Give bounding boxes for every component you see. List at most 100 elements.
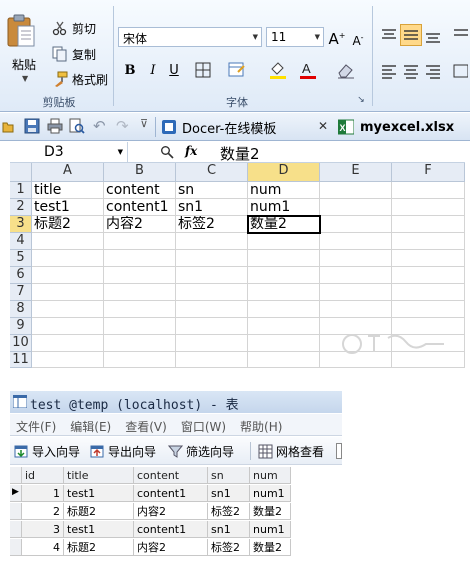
sheet-cell[interactable] (32, 267, 104, 284)
align-top-button[interactable] (380, 26, 400, 46)
wrap-text-button[interactable] (452, 26, 470, 46)
table-cell[interactable]: num1 (250, 485, 291, 502)
sheet-cell[interactable] (176, 335, 248, 352)
sheet-cell[interactable] (392, 216, 465, 233)
sheet-cell[interactable] (104, 352, 176, 368)
table-cell[interactable]: 标题2 (64, 503, 134, 520)
paste-dropdown-icon[interactable]: ▼ (22, 74, 28, 83)
menu-view[interactable]: 查看(V) (125, 418, 167, 434)
sheet-cell[interactable] (176, 301, 248, 318)
sheet-cell[interactable] (248, 250, 320, 267)
row-header[interactable]: 1 (10, 182, 32, 199)
sheet-cell[interactable] (32, 335, 104, 352)
tab-myexcel[interactable]: X myexcel.xlsx (338, 116, 454, 138)
folder-icon[interactable] (2, 119, 14, 133)
sheet-cell[interactable] (248, 318, 320, 335)
menu-help[interactable]: 帮助(H) (240, 418, 282, 434)
column-header[interactable]: A (32, 163, 104, 182)
customize-qat-icon[interactable]: ⊽ (140, 117, 148, 130)
align-center-button[interactable] (402, 62, 422, 82)
sheet-cell[interactable] (32, 233, 104, 250)
sheet-cell[interactable] (320, 182, 392, 199)
table-cell[interactable]: 标签2 (208, 503, 250, 520)
format-painter-button[interactable]: 格式刷 (52, 70, 108, 88)
sheet-cell[interactable] (104, 233, 176, 250)
sheet-cell[interactable] (320, 199, 392, 216)
row-header[interactable]: 9 (10, 318, 32, 335)
table-column-header[interactable]: title (64, 467, 134, 484)
dialog-launcher-icon[interactable]: ↘ (356, 95, 366, 105)
table-cell[interactable]: 3 (22, 521, 64, 538)
column-header[interactable]: B (104, 163, 176, 182)
menu-file[interactable]: 文件(F) (16, 418, 56, 434)
row-indicator[interactable] (10, 521, 22, 538)
table-cell[interactable]: 数量2 (250, 539, 291, 556)
sheet-cell[interactable]: 标题2 (32, 216, 104, 233)
sheet-cell[interactable] (320, 284, 392, 301)
underline-button[interactable]: U (166, 62, 182, 80)
table-cell[interactable]: test1 (64, 485, 134, 502)
row-header[interactable]: 4 (10, 233, 32, 250)
sheet-cell[interactable] (248, 233, 320, 250)
sheet-cell[interactable] (176, 233, 248, 250)
font-name-select[interactable]: 宋体 ▼ (118, 27, 262, 47)
table-cell[interactable]: 4 (22, 539, 64, 556)
table-cell[interactable]: 1 (22, 485, 64, 502)
bold-button[interactable]: B (122, 62, 138, 80)
menu-edit[interactable]: 编辑(E) (70, 418, 111, 434)
sheet-cell[interactable]: sn1 (176, 199, 248, 216)
current-row-indicator[interactable]: ▶ (10, 485, 22, 502)
sheet-cell[interactable] (392, 199, 465, 216)
redo-icon[interactable]: ↷ (116, 117, 129, 135)
sheet-cell[interactable] (176, 250, 248, 267)
table-column-header[interactable]: id (22, 467, 64, 484)
name-box[interactable]: D3 ▼ (10, 142, 128, 163)
paste-button[interactable]: 粘贴 (12, 56, 36, 73)
sheet-cell[interactable] (320, 233, 392, 250)
table-cell[interactable]: 2 (22, 503, 64, 520)
sheet-cell[interactable] (32, 250, 104, 267)
sheet-cell[interactable]: num1 (248, 199, 320, 216)
merge-button[interactable] (452, 62, 470, 82)
sheet-cell[interactable] (392, 182, 465, 199)
row-header[interactable]: 6 (10, 267, 32, 284)
sheet-cell[interactable] (248, 284, 320, 301)
table-column-header[interactable]: content (134, 467, 208, 484)
table-cell[interactable]: 标签2 (208, 539, 250, 556)
table-cell[interactable]: num1 (250, 521, 291, 538)
sheet-cell[interactable]: num (248, 182, 320, 199)
fill-cell-button[interactable] (228, 62, 248, 82)
copy-button[interactable]: 复制 (52, 45, 96, 63)
font-color-button[interactable]: A (298, 60, 318, 80)
row-header[interactable]: 8 (10, 301, 32, 318)
table-cell[interactable]: 数量2 (250, 503, 291, 520)
italic-button[interactable]: I (145, 62, 161, 80)
align-left-button[interactable] (380, 62, 400, 82)
grow-font-button[interactable]: A+ (328, 27, 346, 48)
cut-button[interactable]: 剪切 (52, 19, 96, 37)
active-cell[interactable]: 数量2 (247, 215, 321, 234)
sheet-cell[interactable] (104, 267, 176, 284)
sheet-cell[interactable] (176, 318, 248, 335)
row-indicator[interactable] (10, 503, 22, 520)
undo-icon[interactable]: ↶ (93, 117, 106, 135)
sheet-cell[interactable]: 内容2 (104, 216, 176, 233)
sheet-cell[interactable] (392, 301, 465, 318)
highlight-color-button[interactable] (268, 60, 288, 80)
sheet-cell[interactable] (248, 335, 320, 352)
table-cell[interactable]: sn1 (208, 485, 250, 502)
shrink-font-button[interactable]: A- (350, 29, 366, 48)
sheet-cell[interactable] (104, 301, 176, 318)
row-header[interactable]: 11 (10, 352, 32, 368)
table-cell[interactable]: 标题2 (64, 539, 134, 556)
sheet-cell[interactable] (320, 301, 392, 318)
table-cell[interactable]: 内容2 (134, 503, 208, 520)
table-column-header[interactable]: sn (208, 467, 250, 484)
table-cell[interactable]: sn1 (208, 521, 250, 538)
column-header[interactable]: F (392, 163, 465, 182)
sheet-cell[interactable]: 标签2 (176, 216, 248, 233)
sheet-cell[interactable] (176, 352, 248, 368)
align-bottom-button[interactable] (424, 27, 444, 47)
sheet-cell[interactable]: content (104, 182, 176, 199)
grid-view-button[interactable]: 网格查看 (258, 442, 324, 460)
